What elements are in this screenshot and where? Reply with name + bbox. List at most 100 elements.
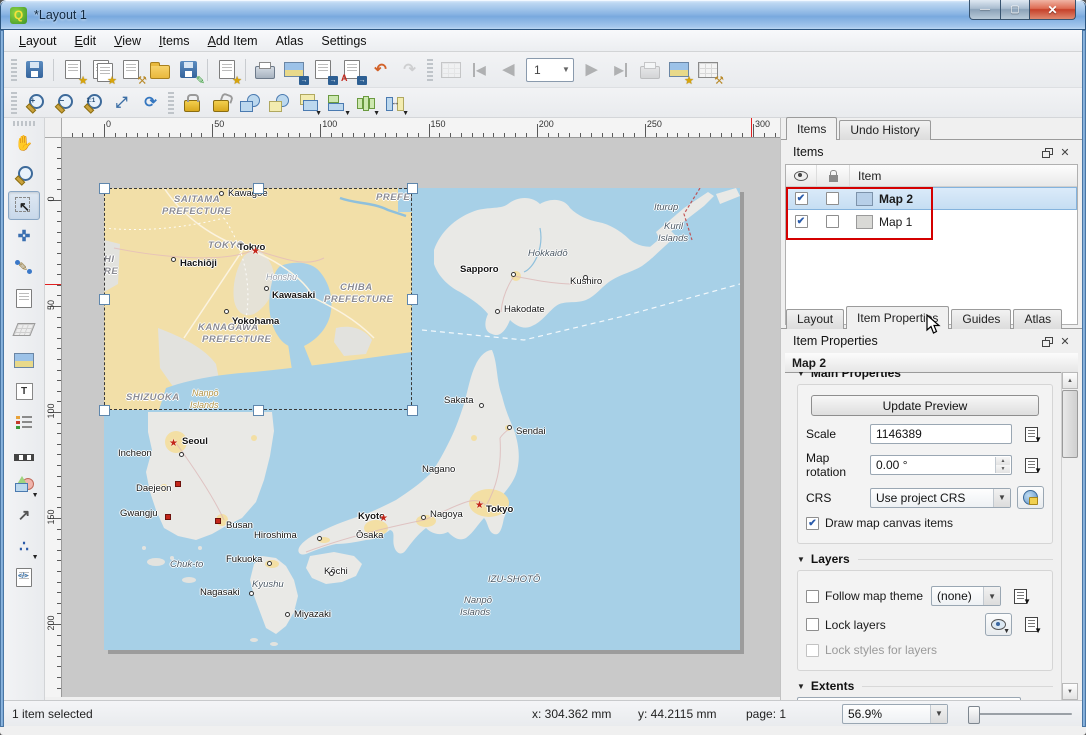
selection-handle[interactable] [407, 405, 418, 416]
title-bar[interactable]: Q *Layout 1 — ▢ ✕ [0, 0, 1086, 30]
scroll-up-icon[interactable]: ▲ [1062, 372, 1078, 389]
maximize-button[interactable]: ▢ [1001, 0, 1030, 20]
atlas-settings-icon[interactable]: ⚒ [694, 57, 721, 83]
visible-layers-button[interactable]: ▼ [985, 613, 1012, 636]
align-selected-items-icon[interactable]: ▼ [323, 90, 350, 116]
unlock-all-items-icon[interactable] [207, 90, 234, 116]
data-defined-override-button[interactable]: ▼ [1018, 615, 1044, 635]
crs-combo[interactable]: Use project CRS▼ [870, 488, 1011, 508]
toolbar-handle[interactable] [11, 59, 17, 81]
follow-map-theme-checkbox[interactable]: ✔ [806, 590, 819, 603]
open-layout-icon[interactable] [146, 57, 173, 83]
pan-layout-tool[interactable]: ✋ [8, 129, 40, 158]
map-theme-combo[interactable]: (none)▼ [931, 586, 1001, 606]
export-atlas-icon[interactable]: ★ [665, 57, 692, 83]
tab-layout[interactable]: Layout [786, 309, 844, 329]
draw-map-canvas-items-checkbox[interactable]: ✔ [806, 517, 819, 530]
add-items-from-template-icon[interactable]: ★ [213, 57, 240, 83]
tab-items[interactable]: Items [786, 117, 837, 140]
selection-handle[interactable] [253, 405, 264, 416]
group-items-icon[interactable] [236, 90, 263, 116]
map-item-1[interactable]: HokkaidōIturupKurilIslandsSapporoKushiro… [104, 188, 740, 650]
tab-atlas[interactable]: Atlas [1013, 309, 1062, 329]
menu-add-item[interactable]: Add Item [199, 32, 267, 50]
item-row-map-2[interactable]: ✔✔Map 2 [786, 187, 1077, 210]
layers-heading[interactable]: ▼ Layers [797, 552, 1053, 566]
export-as-pdf-icon[interactable]: →A [338, 57, 365, 83]
undo-icon[interactable]: ↶ [367, 57, 394, 83]
save-layout-icon[interactable] [21, 57, 48, 83]
save-as-template-icon[interactable]: ✎ [175, 57, 202, 83]
add-map[interactable] [8, 284, 40, 313]
item-visibility-checkbox[interactable]: ✔ [795, 215, 808, 228]
select-move-item-tool[interactable]: ↖ [8, 191, 40, 220]
raise-selected-items-icon[interactable]: ▼ [294, 90, 321, 116]
layout-canvas[interactable]: HokkaidōIturupKurilIslandsSapporoKushiro… [62, 138, 780, 697]
selection-handle[interactable] [99, 183, 110, 194]
add-attribute-table[interactable] [8, 594, 40, 623]
scale-input[interactable]: 1146389 [870, 424, 1012, 444]
dock-float-icon[interactable] [1038, 333, 1056, 349]
update-preview-button[interactable]: Update Preview [811, 395, 1039, 416]
zoom-full-icon[interactable]: ⤢ [108, 90, 135, 116]
add-arrow[interactable]: ↗ [8, 501, 40, 530]
zoom-level-combo[interactable]: 56.9%▼ [842, 704, 948, 724]
dock-float-icon[interactable] [1038, 144, 1056, 160]
zoom-tool[interactable] [8, 160, 40, 189]
add-label[interactable]: T [8, 377, 40, 406]
close-button[interactable]: ✕ [1030, 0, 1076, 20]
ungroup-items-icon[interactable] [265, 90, 292, 116]
dock-close-icon[interactable]: ✕ [1056, 333, 1074, 349]
data-defined-override-button[interactable]: ▼ [1018, 424, 1044, 444]
zoom-slider-handle[interactable] [968, 706, 980, 724]
menu-atlas[interactable]: Atlas [267, 32, 313, 50]
layout-manager-icon[interactable]: ⚒ [117, 57, 144, 83]
zoom-actual-icon[interactable]: 1:1 [79, 90, 106, 116]
add-legend[interactable] [8, 408, 40, 437]
data-defined-override-button[interactable]: ▼ [1007, 586, 1033, 606]
properties-scrollbar[interactable]: ▲ ▼ [1061, 372, 1078, 700]
add-html[interactable]: </> [8, 563, 40, 592]
menu-items[interactable]: Items [150, 32, 199, 50]
menu-edit[interactable]: Edit [66, 32, 106, 50]
duplicate-layout-icon[interactable]: ★ [88, 57, 115, 83]
item-row-map-1[interactable]: ✔✔Map 1 [786, 210, 1077, 233]
select-crs-button[interactable] [1017, 486, 1044, 509]
lock-layers-checkbox[interactable]: ✔ [806, 618, 819, 631]
print-layout-icon[interactable] [251, 57, 278, 83]
new-layout-icon[interactable]: ★ [59, 57, 86, 83]
distribute-items-icon[interactable]: ▼ [352, 90, 379, 116]
add-picture[interactable] [8, 346, 40, 375]
export-as-svg-icon[interactable]: ★→ [309, 57, 336, 83]
main-properties-heading[interactable]: ▼ Main Properties [797, 372, 1053, 380]
tab-guides[interactable]: Guides [951, 309, 1011, 329]
dock-close-icon[interactable]: ✕ [1056, 144, 1074, 160]
item-visibility-checkbox[interactable]: ✔ [795, 192, 808, 205]
atlas-page-combo[interactable]: 1▼ [526, 58, 574, 82]
extents-heading[interactable]: ▼ Extents [797, 679, 1053, 693]
export-as-image-icon[interactable]: → [280, 57, 307, 83]
menu-view[interactable]: View [105, 32, 150, 50]
zoom-slider[interactable] [960, 704, 1076, 724]
toolbar-handle[interactable] [11, 92, 17, 114]
minimize-button[interactable]: — [969, 0, 1001, 20]
scroll-down-icon[interactable]: ▼ [1062, 683, 1078, 700]
tab-undo-history[interactable]: Undo History [839, 120, 930, 140]
zoom-out-icon[interactable]: − [50, 90, 77, 116]
item-lock-checkbox[interactable]: ✔ [826, 215, 839, 228]
spinner-arrows[interactable]: ▲▼ [995, 457, 1010, 473]
move-item-content-tool[interactable]: ✜ [8, 222, 40, 251]
edit-nodes-item-tool[interactable]: ✎ [8, 253, 40, 282]
map-rotation-spinbox[interactable]: 0.00 ° ▲▼ [870, 455, 1012, 475]
item-lock-checkbox[interactable]: ✔ [826, 192, 839, 205]
add-3d-map[interactable] [8, 315, 40, 344]
add-shape[interactable]: ▼ [8, 470, 40, 499]
selection-handle[interactable] [253, 183, 264, 194]
lock-selected-items-icon[interactable] [178, 90, 205, 116]
zoom-in-icon[interactable]: + [21, 90, 48, 116]
data-defined-override-button[interactable]: ▼ [1018, 455, 1044, 475]
selection-handle[interactable] [407, 183, 418, 194]
selection-handle[interactable] [99, 405, 110, 416]
resize-items-icon[interactable]: ↔▼ [381, 90, 408, 116]
menu-layout[interactable]: Layout [10, 32, 66, 50]
